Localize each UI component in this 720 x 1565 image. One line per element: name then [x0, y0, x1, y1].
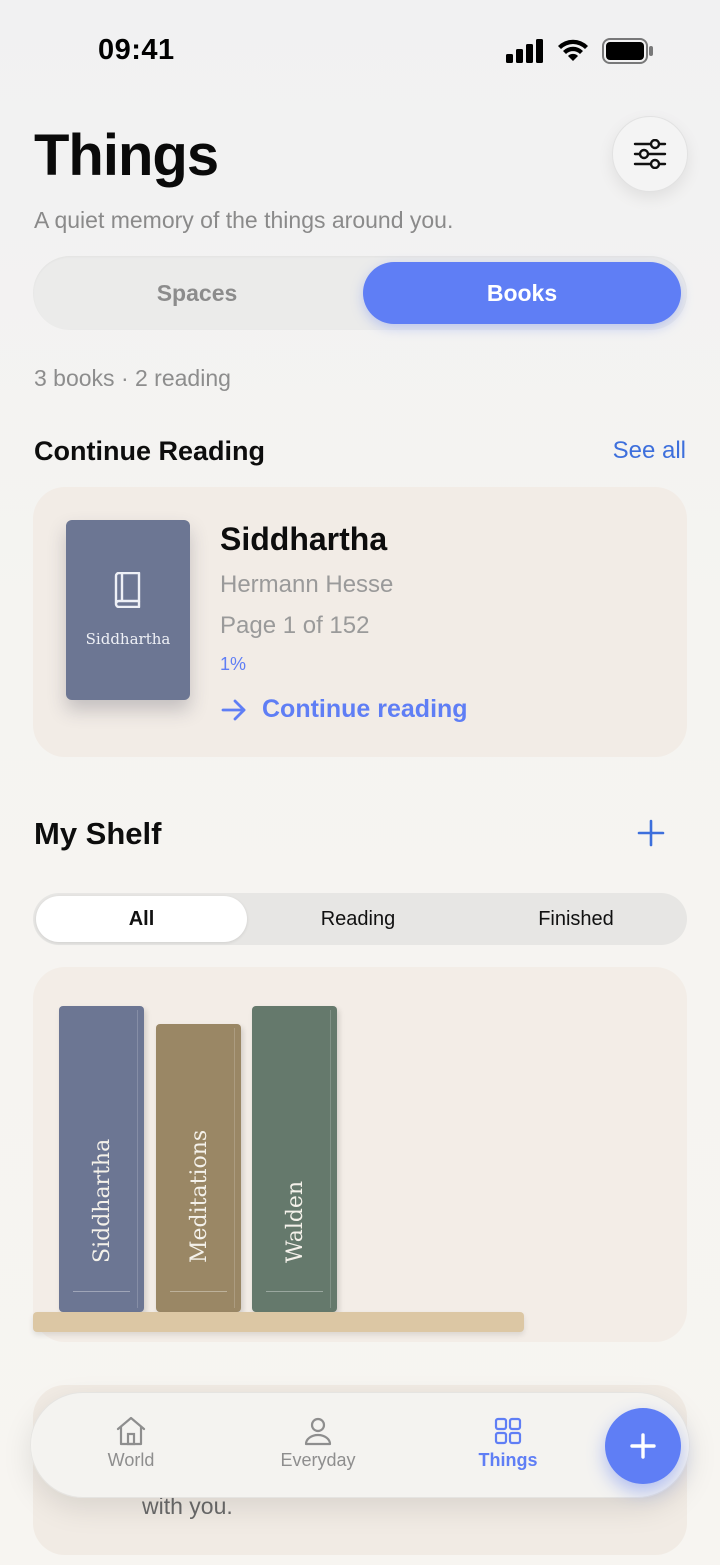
spine-title: Meditations [186, 1129, 212, 1263]
settings-button[interactable] [612, 116, 688, 192]
grid-icon [494, 1417, 522, 1445]
see-all-link[interactable]: See all [613, 437, 686, 465]
wifi-icon [558, 39, 588, 61]
tab-everyday-label: Everyday [280, 1450, 356, 1470]
battery-icon [602, 38, 653, 64]
book-author: Hermann Hesse [220, 571, 394, 598]
add-button[interactable] [605, 1408, 681, 1484]
books-summary: 3 books · 2 reading [34, 365, 231, 391]
book-percent: 1% [220, 654, 247, 674]
plus-icon [630, 1433, 656, 1459]
filter-reading[interactable]: Reading [249, 896, 467, 942]
shelf-filter: All Reading Finished [33, 893, 687, 945]
cellular-signal-icon [506, 39, 543, 63]
add-book-icon[interactable] [636, 818, 666, 848]
shelf-plank [33, 1312, 524, 1332]
tab-world[interactable]: World [96, 1416, 166, 1471]
tab-world-label: World [107, 1450, 155, 1470]
sliders-icon [633, 139, 667, 169]
person-icon [304, 1417, 332, 1446]
book-spine-walden[interactable]: Walden [252, 1006, 337, 1312]
bookshelf-card: Siddhartha Meditations Walden [33, 967, 687, 1342]
house-icon [116, 1416, 146, 1446]
filter-all[interactable]: All [36, 896, 247, 942]
tab-everyday[interactable]: Everyday [270, 1416, 366, 1471]
book-title: Siddhartha [220, 521, 388, 557]
tab-things[interactable]: Things [470, 1416, 546, 1471]
page-title: Things [34, 123, 219, 188]
book-icon [114, 572, 141, 608]
status-icons [506, 38, 654, 64]
segmented-control: Spaces Books [33, 256, 687, 330]
book-page-progress: Page 1 of 152 [220, 612, 370, 639]
book-cover-title: Siddhartha [85, 630, 171, 648]
arrow-right-icon [221, 699, 246, 720]
status-time: 09:41 [98, 34, 175, 66]
spine-title: Walden [282, 1180, 308, 1263]
spine-title: Siddhartha [89, 1138, 115, 1263]
continue-reading-heading: Continue Reading [34, 436, 265, 466]
segment-books[interactable]: Books [363, 262, 681, 324]
segment-spaces[interactable]: Spaces [41, 262, 353, 324]
book-spine-meditations[interactable]: Meditations [156, 1024, 241, 1312]
continue-reading-button[interactable]: Continue reading [220, 695, 468, 724]
page-subtitle: A quiet memory of the things around you. [34, 207, 454, 233]
tab-things-label: Things [478, 1450, 538, 1470]
my-shelf-heading: My Shelf [34, 816, 162, 851]
book-spine-siddhartha[interactable]: Siddhartha [59, 1006, 144, 1312]
filter-finished[interactable]: Finished [467, 896, 685, 942]
continue-reading-label: Continue reading [262, 695, 468, 723]
book-cover[interactable]: Siddhartha [66, 520, 190, 700]
